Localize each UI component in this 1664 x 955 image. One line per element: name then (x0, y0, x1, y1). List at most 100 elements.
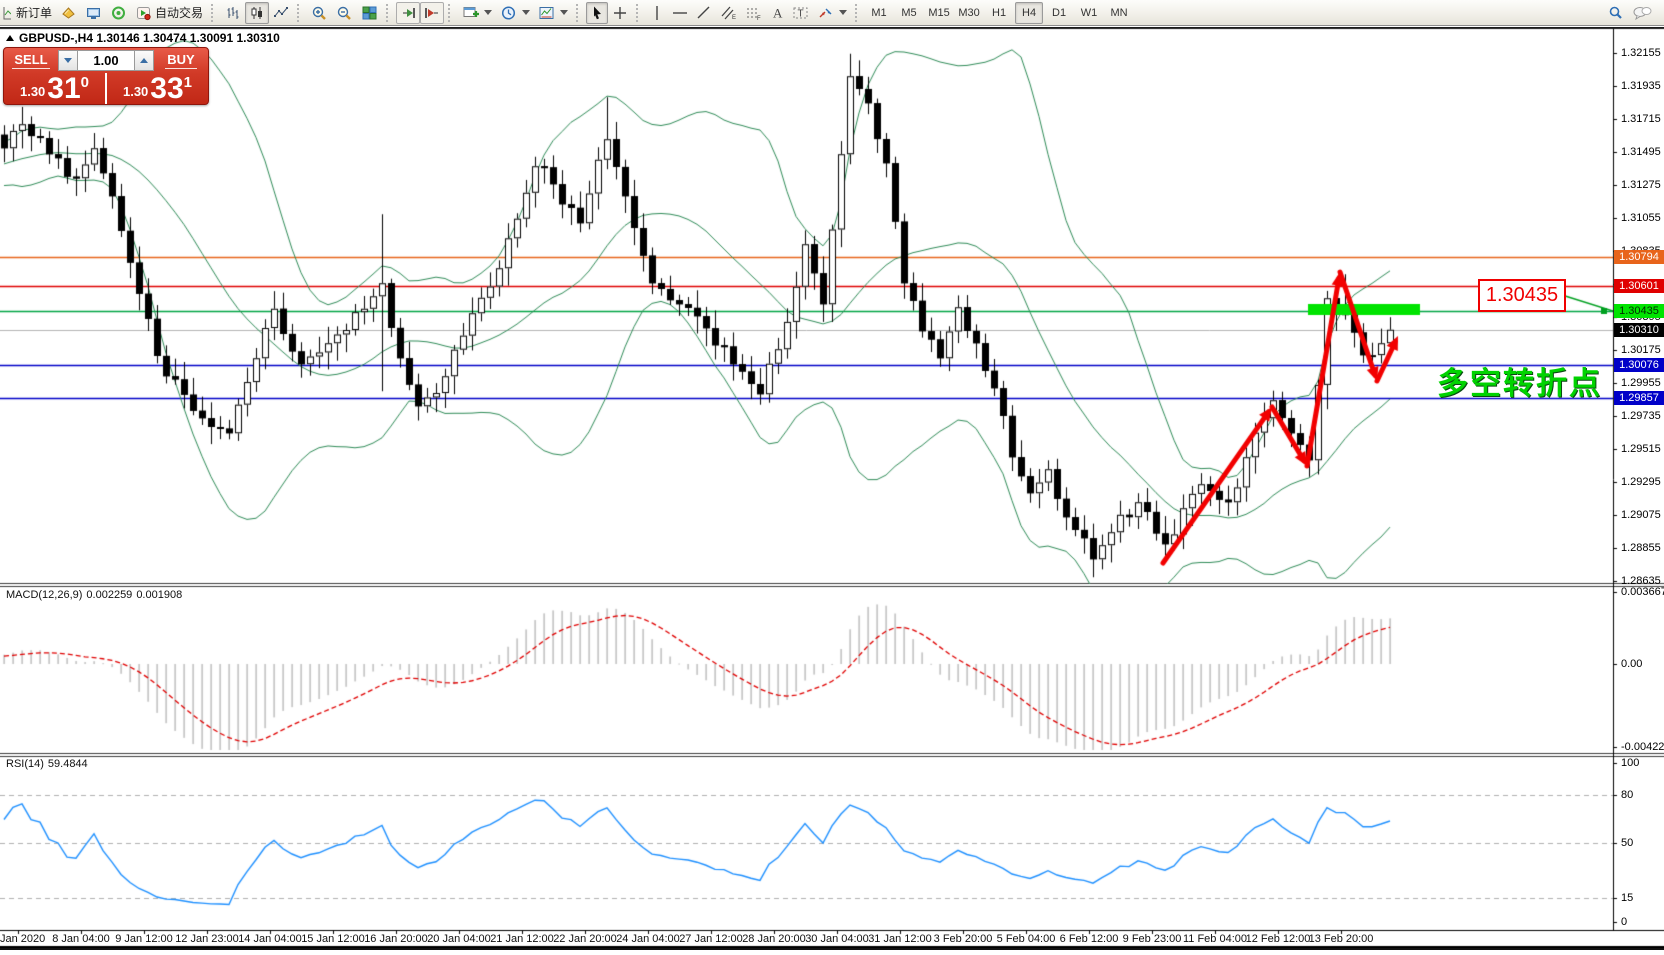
toolbar-grip (211, 4, 217, 22)
timeframe-w1[interactable]: W1 (1075, 2, 1103, 24)
rsi-tick: 15 (1621, 892, 1633, 904)
timeframe-d1[interactable]: D1 (1045, 2, 1073, 24)
timeframe-m30[interactable]: M30 (955, 2, 983, 24)
volume-field-wrap (78, 50, 134, 71)
zoom-in-button[interactable] (307, 2, 332, 24)
price-tick: 1.31935 (1621, 80, 1661, 92)
rsi-value: 59.4844 (48, 758, 88, 770)
arrows-tool-button[interactable] (813, 2, 851, 24)
horizontal-line-tool-button[interactable] (668, 2, 692, 24)
arrows-caret-icon (839, 10, 847, 15)
search-button[interactable] (1603, 2, 1628, 24)
sell-button[interactable]: SELL (4, 48, 58, 73)
community-icon (110, 5, 127, 21)
price-callout-box[interactable]: 1.30435 (1478, 279, 1566, 312)
zoom-out-icon (336, 5, 353, 21)
time-label: 27 Jan 12:00 (679, 933, 743, 945)
zoom-out-button[interactable] (332, 2, 357, 24)
autotrading-button[interactable]: 自动交易 (131, 2, 207, 24)
price-tick: 1.29075 (1621, 509, 1661, 521)
volume-input[interactable] (78, 52, 134, 69)
chart-sliver-icon[interactable] (2, 2, 12, 24)
new-chart-button[interactable] (458, 2, 496, 24)
market-button[interactable] (56, 2, 81, 24)
last-price-chip: 1.30310 (1614, 323, 1664, 337)
crosshair-tool-button[interactable] (608, 2, 632, 24)
chart-title: GBPUSD-,H4 1.30146 1.30474 1.30091 1.303… (6, 31, 280, 45)
window-bottom-edge (0, 948, 1664, 955)
toolbar-grip (636, 4, 642, 22)
trendline-icon (696, 5, 712, 21)
level-price-chip: 1.29857 (1614, 391, 1664, 405)
time-label: 9 Feb 23:00 (1123, 933, 1182, 945)
rsi-indicator-label: RSI(14)59.4844 (6, 758, 92, 770)
price-tick: 1.31275 (1621, 179, 1661, 191)
templates-caret-icon (560, 10, 568, 15)
auto-scroll-icon (400, 5, 416, 21)
level-price-chip: 1.30601 (1614, 279, 1664, 293)
timeframe-m1[interactable]: M1 (865, 2, 893, 24)
vertical-line-tool-button[interactable] (646, 2, 668, 24)
chart-canvas[interactable] (0, 27, 1664, 948)
volume-decrease-button[interactable] (58, 50, 78, 71)
auto-scroll-button[interactable] (396, 2, 420, 24)
timeframe-mn[interactable]: MN (1105, 2, 1133, 24)
rsi-tick: 0 (1621, 916, 1627, 928)
channel-tool-button[interactable]: E (716, 2, 741, 24)
tile-windows-button[interactable] (357, 2, 382, 24)
macd-tick: 0.003667 (1621, 586, 1664, 598)
volume-increase-button[interactable] (134, 50, 154, 71)
equidistant-channel-icon: E (720, 5, 737, 21)
chinese-annotation[interactable]: 多空转折点 (1437, 358, 1602, 403)
chart-shift-icon (424, 5, 440, 21)
volume-up-icon (140, 58, 148, 63)
time-label: 20 Jan 04:00 (427, 933, 491, 945)
periods-button[interactable] (496, 2, 534, 24)
time-label: 8 Jan 04:00 (52, 933, 110, 945)
fibonacci-icon: F (745, 5, 762, 21)
volume-down-icon (64, 58, 72, 63)
new-order-button[interactable]: 新订单 (12, 2, 56, 24)
buy-button[interactable]: BUY (154, 48, 208, 73)
text-tool-button[interactable]: A (766, 2, 788, 24)
cursor-tool-button[interactable] (586, 2, 608, 24)
timeframe-h1[interactable]: H1 (985, 2, 1013, 24)
toolbar-grip (297, 4, 303, 22)
timeframe-m15[interactable]: M15 (925, 2, 953, 24)
collapse-panel-icon[interactable] (6, 35, 14, 41)
community-button[interactable] (106, 2, 131, 24)
svg-text:T: T (798, 8, 804, 19)
new-order-label: 新订单 (16, 4, 52, 21)
macd-tick: 0.00 (1621, 658, 1642, 670)
cursor-icon (590, 5, 604, 21)
price-tick: 1.29295 (1621, 476, 1661, 488)
time-label: 6 Jan 2020 (0, 933, 45, 945)
price-tick: 1.29735 (1621, 410, 1661, 422)
time-label: 21 Jan 12:00 (490, 933, 554, 945)
bar-chart-button[interactable] (221, 2, 245, 24)
time-label: 3 Feb 20:00 (934, 933, 993, 945)
chat-button[interactable] (1628, 2, 1656, 24)
templates-icon (538, 5, 555, 21)
candlestick-chart-button[interactable] (245, 2, 269, 24)
buy-price[interactable]: 1.30331 (107, 73, 208, 104)
timeframe-h4[interactable]: H4 (1015, 2, 1043, 24)
trendline-tool-button[interactable] (692, 2, 716, 24)
macd-main-value: 0.002259 (86, 589, 132, 601)
candlestick-chart-icon (249, 5, 265, 21)
timeframe-m5[interactable]: M5 (895, 2, 923, 24)
new-chart-caret-icon (484, 10, 492, 15)
level-price-chip: 1.30435 (1614, 304, 1664, 318)
sell-price[interactable]: 1.30310 (4, 73, 107, 104)
fibonacci-tool-button[interactable]: F (741, 2, 766, 24)
periods-caret-icon (522, 10, 530, 15)
chart-shift-button[interactable] (420, 2, 444, 24)
chat-bubbles-icon (1632, 5, 1652, 21)
label-tool-button[interactable]: T (788, 2, 813, 24)
signals-button[interactable] (81, 2, 106, 24)
templates-button[interactable] (534, 2, 572, 24)
macd-signal-value: 0.001908 (136, 589, 182, 601)
line-chart-button[interactable] (269, 2, 293, 24)
bar-chart-icon (225, 5, 241, 21)
sell-price-prefix: 1.30 (20, 84, 45, 99)
